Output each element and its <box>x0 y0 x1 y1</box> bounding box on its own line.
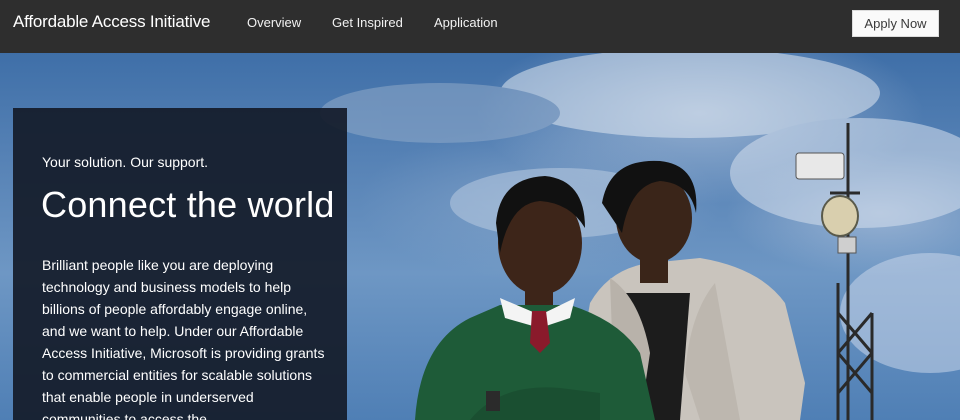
nav-link-overview[interactable]: Overview <box>247 15 301 30</box>
brand-title[interactable]: Affordable Access Initiative <box>13 12 210 32</box>
top-navigation: Affordable Access Initiative Overview Ge… <box>0 0 960 53</box>
hero-tagline: Your solution. Our support. <box>42 154 209 170</box>
hero-banner: Your solution. Our support. Connect the … <box>0 53 960 420</box>
hero-headline: Connect the world <box>41 184 335 225</box>
hero-body-text: Brilliant people like you are deploying … <box>42 257 325 420</box>
hero-text-panel: Your solution. Our support. Connect the … <box>13 108 347 420</box>
nav-link-application[interactable]: Application <box>434 15 498 30</box>
nav-link-get-inspired[interactable]: Get Inspired <box>332 15 403 30</box>
apply-now-button[interactable]: Apply Now <box>852 10 939 37</box>
